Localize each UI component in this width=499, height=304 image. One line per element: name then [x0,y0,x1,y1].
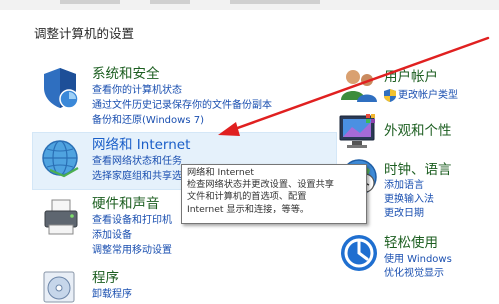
link-change-account-type[interactable]: 更改帐户类型 [398,90,458,103]
link-view-network-status[interactable]: 查看网络状态和任务 [92,156,182,169]
link-add-device[interactable]: 添加设备 [92,230,132,243]
network-tooltip: 网络和 Internet 检查网络状态并更改设置、设置共享 文件和计算机的首选项… [181,164,367,224]
category-title-appearance[interactable]: 外观和个性 [384,123,452,139]
category-title-ease-of-access[interactable]: 轻松使用 [384,235,438,251]
link-devices-printers[interactable]: 查看设备和打印机 [92,215,172,228]
category-title-hardware[interactable]: 硬件和声音 [92,196,160,212]
link-add-language[interactable]: 添加语言 [384,180,424,193]
printer-icon [44,199,78,235]
programs-disc-icon [43,271,75,303]
link-view-computer-status[interactable]: 查看你的计算机状态 [92,85,182,98]
users-icon [341,70,377,102]
link-homegroup-sharing[interactable]: 选择家庭组和共享选 [92,171,182,184]
globe-network-icon [42,140,79,178]
link-file-history-backup[interactable]: 通过文件历史记录保存你的文件备份副本 [92,100,272,113]
category-title-network[interactable]: 网络和 Internet [92,137,190,153]
tooltip-line-4: Internet 显示和连接，等等。 [187,203,310,215]
link-mobility-settings[interactable]: 调整常用移动设置 [92,245,172,258]
tooltip-line-2: 检查网络状态并更改设置、设置共享 [187,179,334,191]
link-optimize-visual-display[interactable]: 优化视觉显示 [384,268,444,281]
category-title-programs[interactable]: 程序 [92,270,119,286]
monitor-palette-icon [339,114,375,148]
tooltip-line-3: 文件和计算机的首选项、配置 [187,191,307,203]
uac-shield-icon [384,89,396,102]
accessibility-icon [341,235,377,271]
window-top-strip [0,0,499,10]
category-title-clock-language[interactable]: 时钟、语言 [384,162,452,178]
link-let-windows-suggest[interactable]: 使用 Windows [384,254,452,267]
page-title: 调整计算机的设置 [34,26,135,41]
category-title-system[interactable]: 系统和安全 [92,66,160,82]
link-uninstall-program[interactable]: 卸载程序 [92,289,132,302]
link-change-input-method[interactable]: 更换输入法 [384,194,434,207]
tooltip-line-1: 网络和 Internet [187,167,254,178]
shield-icon [44,68,79,109]
link-change-date[interactable]: 更改日期 [384,208,424,221]
link-backup-restore[interactable]: 备份和还原(Windows 7) [92,115,204,128]
category-title-user-accounts[interactable]: 用户帐户 [384,69,438,85]
